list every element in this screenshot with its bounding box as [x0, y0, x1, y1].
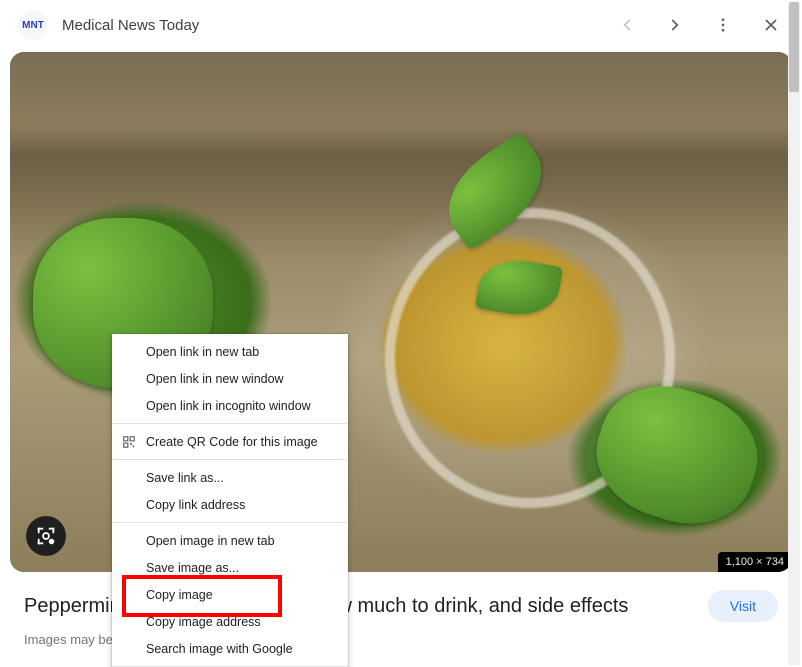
context-menu-item[interactable]: Save link as... — [112, 464, 348, 491]
context-menu-item[interactable]: Search image with Google — [112, 635, 348, 662]
context-menu-item[interactable]: Copy image — [112, 581, 348, 608]
context-menu-separator — [112, 522, 348, 523]
context-menu: Open link in new tab Open link in new win… — [112, 334, 348, 667]
visit-button[interactable]: Visit — [708, 590, 778, 622]
site-name[interactable]: Medical News Today — [62, 17, 602, 34]
viewer-header: MNT Medical News Today — [0, 0, 802, 52]
context-menu-separator — [112, 459, 348, 460]
prev-image-button — [616, 14, 638, 36]
context-menu-item-label: Copy link address — [146, 498, 245, 512]
header-controls — [616, 14, 788, 36]
context-menu-item-label: Open link in new window — [146, 372, 284, 386]
context-menu-item[interactable]: Copy image address — [112, 608, 348, 635]
lens-icon — [35, 525, 57, 547]
context-menu-item-label: Open link in incognito window — [146, 399, 311, 413]
close-button[interactable] — [760, 14, 782, 36]
context-menu-item[interactable]: Create QR Code for this image — [112, 428, 348, 455]
context-menu-item-label: Save image as... — [146, 561, 239, 575]
more-vertical-icon — [714, 16, 732, 34]
context-menu-item-label: Search image with Google — [146, 642, 293, 656]
context-menu-separator — [112, 423, 348, 424]
image-dimensions-badge: 1,100 × 734 — [718, 552, 792, 572]
context-menu-item-label: Open link in new tab — [146, 345, 259, 359]
context-menu-item[interactable]: Open image in new tab — [112, 527, 348, 554]
context-menu-item-label: Open image in new tab — [146, 534, 275, 548]
context-menu-item[interactable]: Copy link address — [112, 491, 348, 518]
vertical-scrollbar[interactable] — [788, 2, 800, 665]
context-menu-item-label: Copy image — [146, 588, 213, 602]
context-menu-item-label: Save link as... — [146, 471, 224, 485]
chevron-right-icon — [666, 16, 684, 34]
more-options-button[interactable] — [712, 14, 734, 36]
context-menu-item-label: Create QR Code for this image — [146, 435, 318, 449]
next-image-button[interactable] — [664, 14, 686, 36]
context-menu-item[interactable]: Open link in new window — [112, 365, 348, 392]
chevron-left-icon — [618, 16, 636, 34]
qr-code-icon — [121, 434, 137, 450]
google-lens-button[interactable] — [26, 516, 66, 556]
close-icon — [762, 16, 780, 34]
context-menu-item[interactable]: Open link in incognito window — [112, 392, 348, 419]
site-favicon: MNT — [18, 10, 48, 40]
context-menu-item[interactable]: Save image as... — [112, 554, 348, 581]
context-menu-item[interactable]: Open link in new tab — [112, 338, 348, 365]
context-menu-item-label: Copy image address — [146, 615, 261, 629]
scrollbar-thumb[interactable] — [789, 2, 799, 92]
